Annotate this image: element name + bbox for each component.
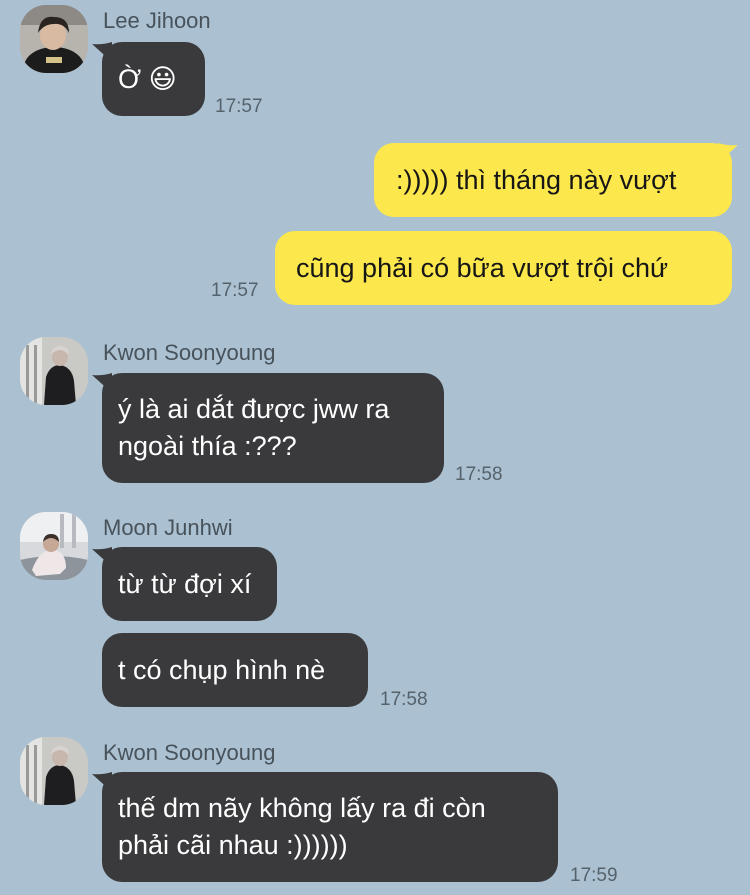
message-bubble[interactable]: từ từ đợi xí — [102, 547, 277, 621]
message-bubble[interactable]: t có chụp hình nè — [102, 633, 368, 707]
message-bubble[interactable]: ý là ai dắt được jww ra ngoài thía :??? — [102, 373, 444, 483]
message-line: ý là ai dắt được jww ra — [118, 394, 390, 424]
message-bubble[interactable]: thế dm nãy không lấy ra đi còn phải cãi … — [102, 772, 558, 882]
message-line: thế dm nãy không lấy ra đi còn — [118, 793, 486, 823]
sender-name: Lee Jihoon — [103, 8, 211, 33]
avatar-moon-junhwi[interactable] — [20, 512, 88, 580]
message-bubble[interactable]: :))))) thì tháng này vượt — [374, 143, 732, 217]
avatar-kwon-soonyoung[interactable] — [20, 337, 88, 405]
message-timestamp: 17:59 — [570, 865, 618, 886]
message-bubble[interactable]: cũng phải có bữa vượt trội chứ — [275, 231, 732, 305]
sender-name: Kwon Soonyoung — [103, 740, 276, 765]
message-timestamp: 17:58 — [380, 689, 428, 710]
message-line: phải cãi nhau :)))))) — [118, 830, 348, 860]
sender-name: Kwon Soonyoung — [103, 340, 276, 365]
message-timestamp: 17:58 — [455, 464, 503, 485]
message-bubble[interactable]: Ờ 😃 — [102, 42, 205, 116]
message-timestamp: 17:57 — [215, 96, 263, 117]
avatar-lee-jihoon[interactable] — [20, 5, 88, 73]
message-line: ngoài thía :??? — [118, 431, 297, 461]
sender-name: Moon Junhwi — [103, 515, 233, 540]
avatar-kwon-soonyoung[interactable] — [20, 737, 88, 805]
message-timestamp: 17:57 — [211, 280, 259, 301]
